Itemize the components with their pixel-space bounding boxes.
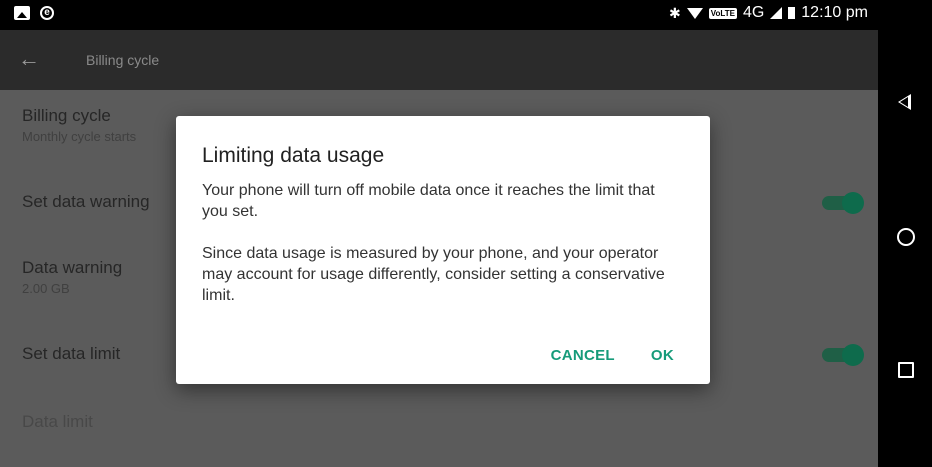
nav-home-icon[interactable] (897, 228, 915, 246)
set-data-limit-item[interactable]: Set data limit (22, 344, 120, 364)
toggle-knob (842, 192, 864, 214)
back-arrow-icon[interactable]: ← (18, 48, 40, 70)
billing-cycle-subtitle: Monthly cycle starts (22, 129, 137, 144)
e-icon: e (40, 6, 54, 20)
nav-recents-icon[interactable] (898, 362, 914, 378)
billing-cycle-title: Billing cycle (22, 106, 111, 125)
wifi-icon (686, 7, 703, 19)
data-limit-item[interactable]: Data limit (22, 412, 93, 432)
set-data-warning-title: Set data warning (22, 192, 150, 211)
bluetooth-icon: ✱ (669, 4, 681, 21)
data-limit-toggle[interactable] (822, 344, 864, 366)
data-warning-item[interactable]: Data warning 2.00 GB (22, 258, 122, 296)
data-limit-title: Data limit (22, 412, 93, 431)
data-warning-title: Data warning (22, 258, 123, 277)
status-time: 12:10 pm (801, 4, 868, 21)
cancel-button[interactable]: CANCEL (551, 347, 615, 364)
nav-back-icon[interactable] (898, 94, 911, 110)
screen: e ✱ VoLTE 4G 12:10 pm ← Billing cycle Bi… (0, 0, 878, 467)
set-data-warning-item[interactable]: Set data warning (22, 192, 150, 212)
billing-cycle-item[interactable]: Billing cycle Monthly cycle starts (22, 106, 136, 144)
navigation-bar (878, 0, 932, 467)
dialog-paragraph: Since data usage is measured by your pho… (202, 245, 665, 304)
toggle-knob (842, 344, 864, 366)
battery-icon (788, 7, 796, 19)
dialog-title: Limiting data usage (202, 144, 385, 167)
dialog-body: Your phone will turn off mobile data onc… (202, 180, 682, 327)
image-icon (14, 6, 30, 20)
ok-button[interactable]: OK (651, 347, 674, 364)
data-warning-toggle[interactable] (822, 192, 864, 214)
dialog-paragraph: Your phone will turn off mobile data onc… (202, 182, 655, 220)
set-data-limit-title: Set data limit (22, 344, 121, 363)
volte-icon: VoLTE (708, 7, 737, 19)
data-warning-subtitle: 2.00 GB (22, 281, 70, 296)
limiting-data-usage-dialog: Limiting data usage Your phone will turn… (176, 116, 710, 384)
toolbar-title: Billing cycle (86, 52, 160, 68)
network-type: 4G (742, 4, 765, 21)
toolbar: ← Billing cycle (0, 30, 878, 90)
signal-icon (770, 7, 783, 19)
status-bar: e ✱ VoLTE 4G 12:10 pm (0, 0, 878, 30)
